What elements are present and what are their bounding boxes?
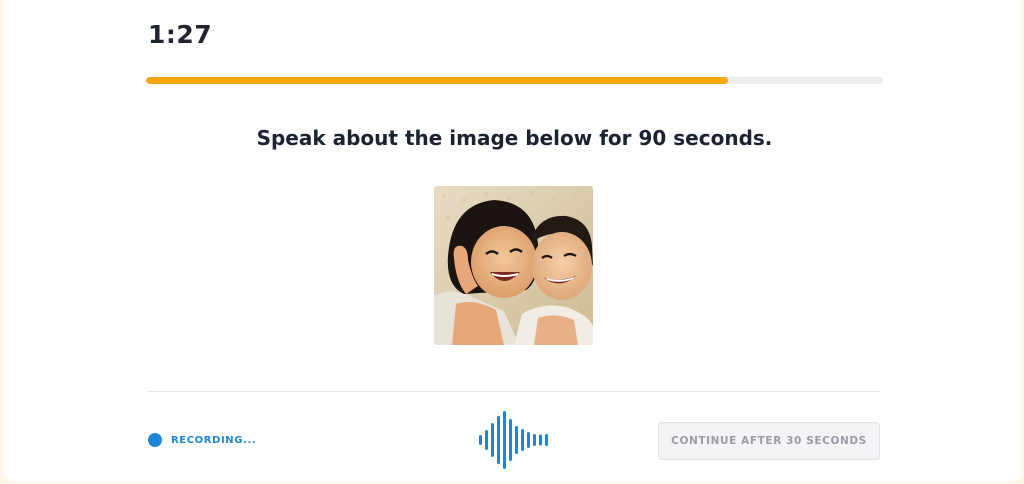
- waveform-bar: [503, 411, 506, 469]
- progress-bar: [146, 77, 883, 84]
- progress-bar-fill: [146, 77, 729, 84]
- waveform-bar: [545, 434, 548, 446]
- waveform-bar: [509, 419, 512, 461]
- waveform-bar: [521, 429, 524, 451]
- audio-waveform-icon: [479, 411, 548, 469]
- countdown-timer: 1:27: [148, 20, 213, 49]
- recording-dot-icon: [148, 433, 162, 447]
- question-prompt: Speak about the image below for 90 secon…: [256, 126, 773, 150]
- prompt-photo: [434, 186, 593, 345]
- continue-button[interactable]: CONTINUE AFTER 30 SECONDS: [658, 422, 880, 460]
- question-card: 1:27 Speak about the image below for 90 …: [2, 0, 1022, 482]
- waveform-bar: [485, 430, 488, 450]
- footer-divider: [147, 391, 881, 392]
- waveform-bar: [533, 434, 536, 446]
- waveform-bar: [539, 434, 542, 446]
- waveform-bar: [479, 435, 482, 445]
- waveform-bar: [527, 432, 530, 448]
- recording-indicator: RECORDING...: [148, 433, 256, 447]
- waveform-bar: [515, 426, 518, 454]
- recording-label: RECORDING...: [171, 434, 257, 446]
- waveform-bar: [497, 416, 500, 464]
- waveform-bar: [491, 423, 494, 457]
